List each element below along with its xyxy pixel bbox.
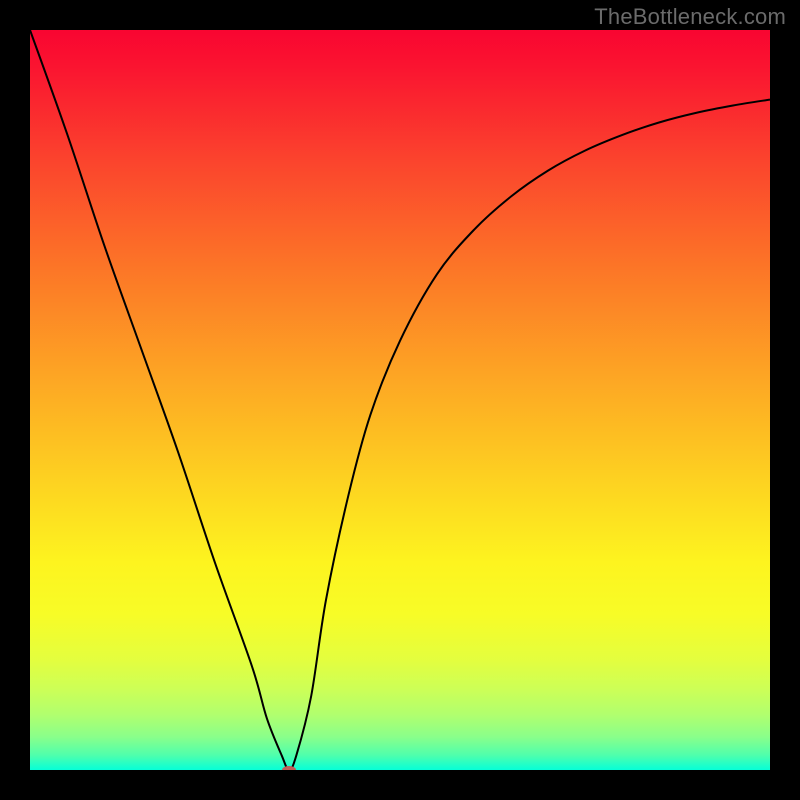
plot-area: [30, 30, 770, 770]
bottleneck-chart: [30, 30, 770, 770]
gradient-background: [30, 30, 770, 770]
watermark-text: TheBottleneck.com: [594, 4, 786, 30]
chart-frame: TheBottleneck.com: [0, 0, 800, 800]
